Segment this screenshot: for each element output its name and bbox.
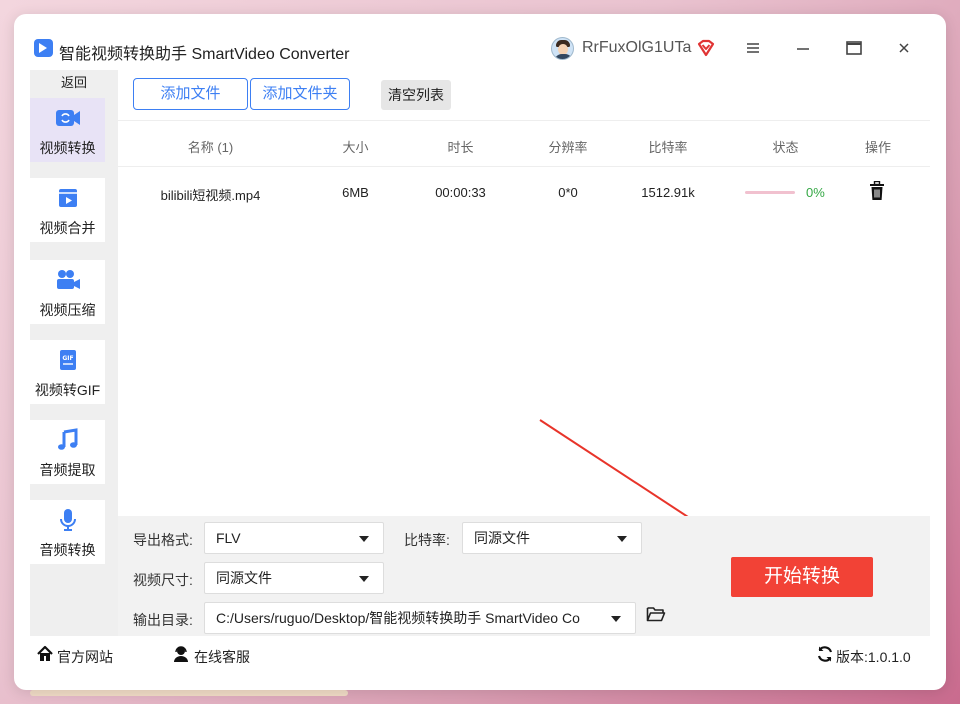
maximize-icon[interactable] (842, 36, 866, 60)
official-website-link[interactable]: 官方网站 (57, 647, 113, 667)
close-icon[interactable] (892, 36, 916, 60)
footer: 官方网站 在线客服 版本:1.0.1.0 (30, 636, 930, 676)
header-bitrate: 比特率 (648, 140, 688, 155)
sidebar-item-audio-extract[interactable]: 音频提取 (30, 420, 105, 484)
back-button[interactable]: 返回 (30, 70, 118, 96)
format-label: 导出格式: (133, 532, 193, 548)
clear-list-button[interactable]: 清空列表 (381, 80, 451, 110)
add-file-button[interactable]: 添加文件 (133, 78, 248, 110)
format-select[interactable]: FLV (204, 522, 384, 554)
sidebar-item-video-convert[interactable]: 视频转换 (30, 98, 105, 162)
file-resolution: 0*0 (558, 185, 578, 200)
convert-icon (56, 110, 80, 126)
size-select[interactable]: 同源文件 (204, 562, 384, 594)
output-label: 输出目录: (133, 612, 193, 628)
merge-icon (59, 189, 77, 207)
home-icon[interactable] (36, 645, 54, 663)
app-title: 智能视频转换助手 SmartVideo Converter (59, 46, 350, 63)
app-logo-icon (34, 39, 53, 57)
sidebar: 返回 视频转换 视频合并 视频压缩 GIF 视频转GIF 音频提取 音频转换 (30, 70, 118, 636)
output-path-select[interactable]: C:/Users/ruguo/Desktop/智能视频转换助手 SmartVid… (204, 602, 636, 634)
size-value: 同源文件 (216, 570, 272, 586)
bitrate-label: 比特率: (404, 532, 450, 548)
gif-icon: GIF (60, 350, 76, 370)
version-text: 版本:1.0.1.0 (836, 649, 911, 665)
sidebar-item-audio-convert[interactable]: 音频转换 (30, 500, 105, 564)
bitrate-select[interactable]: 同源文件 (462, 522, 642, 554)
minimize-icon[interactable] (791, 36, 815, 60)
menu-icon[interactable] (741, 36, 765, 60)
microphone-icon (60, 509, 76, 531)
sidebar-item-label: 视频合并 (39, 220, 96, 236)
file-duration: 00:00:33 (435, 185, 486, 200)
header-action: 操作 (864, 140, 891, 155)
title-bar: 智能视频转换助手 SmartVideo Converter RrFuxOlG1U… (14, 14, 946, 70)
header-name: 名称 (1) (187, 140, 234, 155)
camera-icon (57, 270, 80, 289)
sidebar-item-label: 视频转GIF (34, 382, 101, 398)
format-value: FLV (216, 530, 241, 546)
toolbar: 添加文件 添加文件夹 清空列表 (118, 70, 930, 120)
table-header: 名称 (1) 大小 时长 分辨率 比特率 状态 操作 (118, 121, 930, 167)
progress-bar (745, 191, 795, 194)
online-support-link[interactable]: 在线客服 (194, 647, 250, 667)
sidebar-item-label: 视频压缩 (39, 302, 96, 318)
output-settings: 导出格式: FLV 比特率: 同源文件 视频尺寸: 同源文件 输出目录: C:/… (118, 516, 930, 636)
sidebar-item-label: 视频转换 (39, 140, 96, 156)
app-window: 智能视频转换助手 SmartVideo Converter RrFuxOlG1U… (14, 14, 946, 690)
add-folder-button[interactable]: 添加文件夹 (250, 78, 350, 110)
background-stripe (30, 690, 348, 696)
sidebar-item-video-gif[interactable]: GIF 视频转GIF (30, 340, 105, 404)
file-name: bilibili短视频.mp4 (160, 188, 261, 203)
trash-icon[interactable] (869, 181, 885, 201)
progress-percent: 0% (806, 185, 825, 200)
size-label: 视频尺寸: (133, 572, 193, 588)
vip-icon[interactable] (696, 38, 716, 58)
support-icon[interactable] (172, 645, 190, 663)
header-size: 大小 (342, 140, 369, 155)
chevron-down-icon (611, 616, 621, 622)
music-icon (58, 428, 78, 450)
file-size: 6MB (342, 185, 369, 200)
header-status: 状态 (772, 140, 799, 155)
file-bitrate: 1512.91k (641, 185, 695, 200)
sidebar-item-video-merge[interactable]: 视频合并 (30, 178, 105, 242)
refresh-icon[interactable] (816, 645, 834, 663)
sidebar-item-label: 音频提取 (39, 462, 96, 478)
folder-icon[interactable] (646, 605, 666, 623)
file-table: 名称 (1) 大小 时长 分辨率 比特率 状态 操作 bilibili短视频.m… (118, 120, 930, 516)
sidebar-item-label: 音频转换 (39, 542, 96, 558)
header-duration: 时长 (447, 140, 474, 155)
sidebar-item-video-compress[interactable]: 视频压缩 (30, 260, 105, 324)
avatar[interactable] (551, 37, 574, 60)
username[interactable]: RrFuxOlG1UTa (582, 39, 691, 57)
chevron-down-icon (359, 536, 369, 542)
svg-text:GIF: GIF (62, 355, 73, 362)
output-path-value: C:/Users/ruguo/Desktop/智能视频转换助手 SmartVid… (216, 610, 580, 626)
chevron-down-icon (359, 576, 369, 582)
bitrate-value: 同源文件 (474, 530, 530, 546)
start-convert-button[interactable]: 开始转换 (731, 557, 873, 597)
chevron-down-icon (617, 536, 627, 542)
header-resolution: 分辨率 (548, 140, 588, 155)
